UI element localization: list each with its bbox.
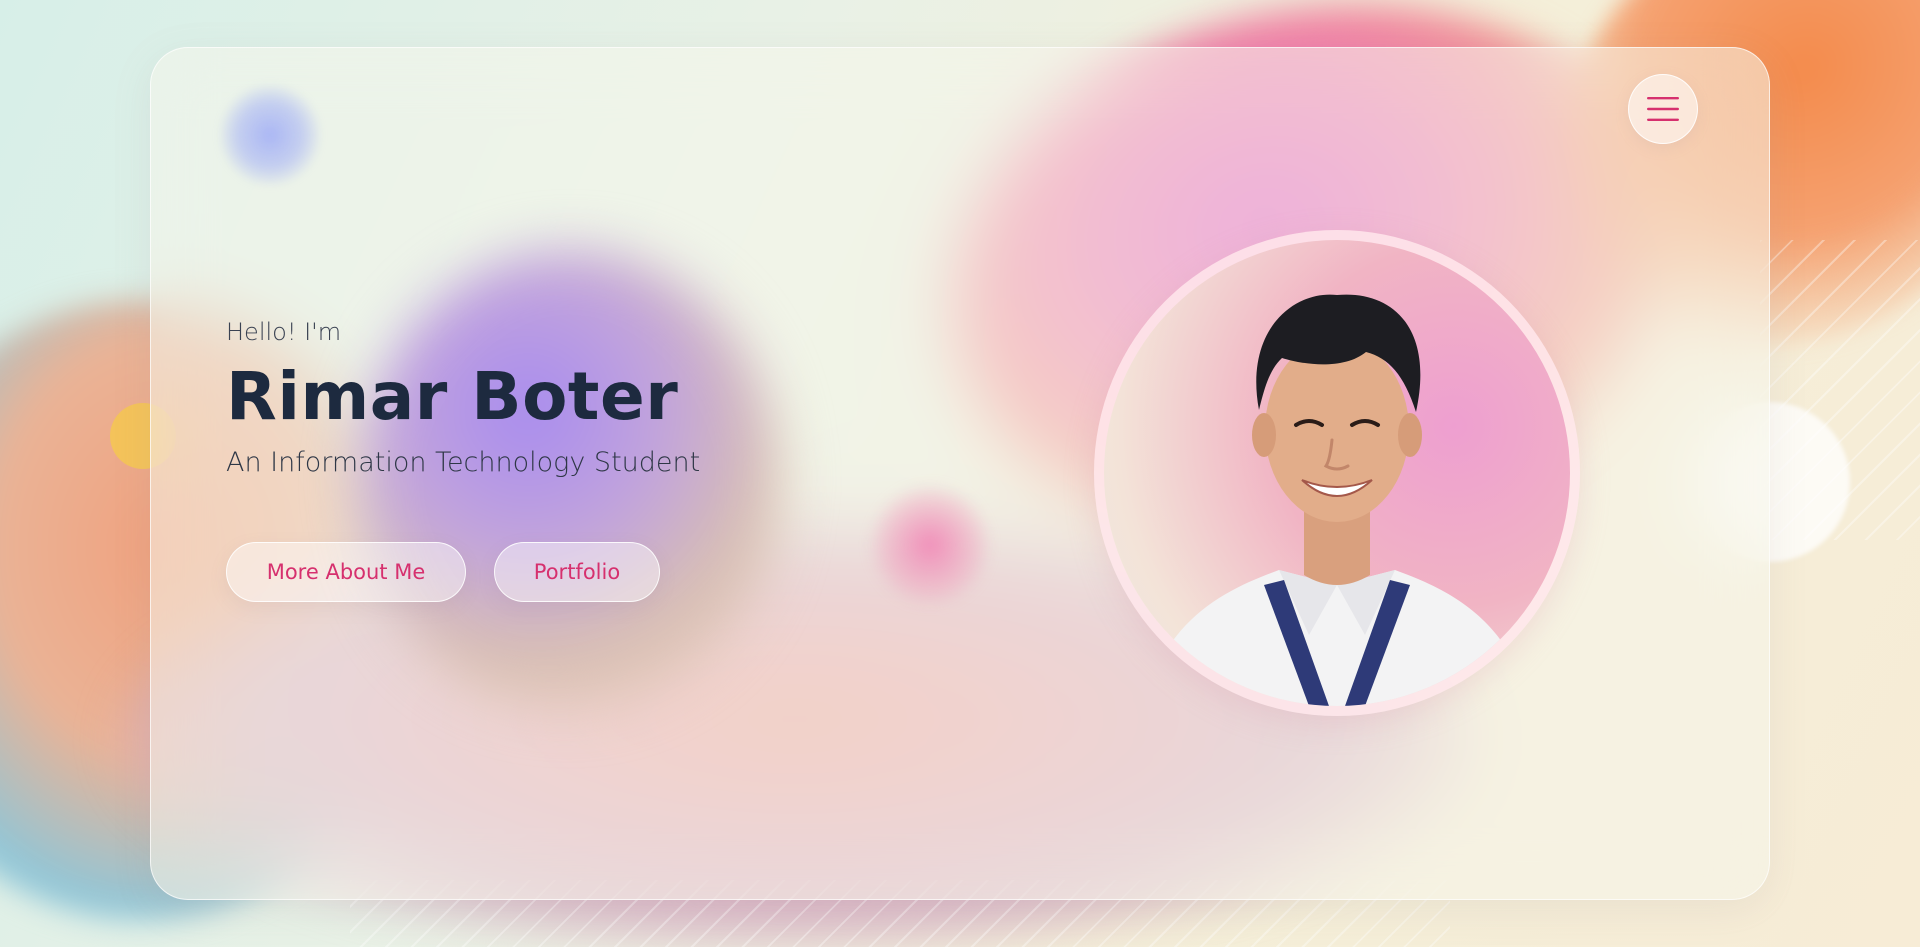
- page: Hello! I'm Rimar Boter An Information Te…: [0, 0, 1920, 947]
- hero-buttons: More About Me Portfolio: [226, 542, 660, 602]
- profile-photo: [1104, 240, 1570, 706]
- background-small-pink-blob: [870, 485, 990, 605]
- greeting-text: Hello! I'm: [226, 318, 342, 346]
- more-about-me-button[interactable]: More About Me: [226, 542, 466, 602]
- hero-text: Hello! I'm Rimar Boter An Information Te…: [226, 318, 926, 480]
- portrait-frame: [1094, 230, 1580, 716]
- portfolio-button[interactable]: Portfolio: [494, 542, 660, 602]
- hero-name: Rimar Boter: [226, 357, 679, 435]
- hero-subtitle: An Information Technology Student: [226, 446, 701, 478]
- background-periwinkle-blob: [220, 85, 320, 185]
- menu-button[interactable]: [1628, 74, 1698, 144]
- person-illustration: [1144, 294, 1530, 706]
- hamburger-menu-icon: [1647, 97, 1679, 121]
